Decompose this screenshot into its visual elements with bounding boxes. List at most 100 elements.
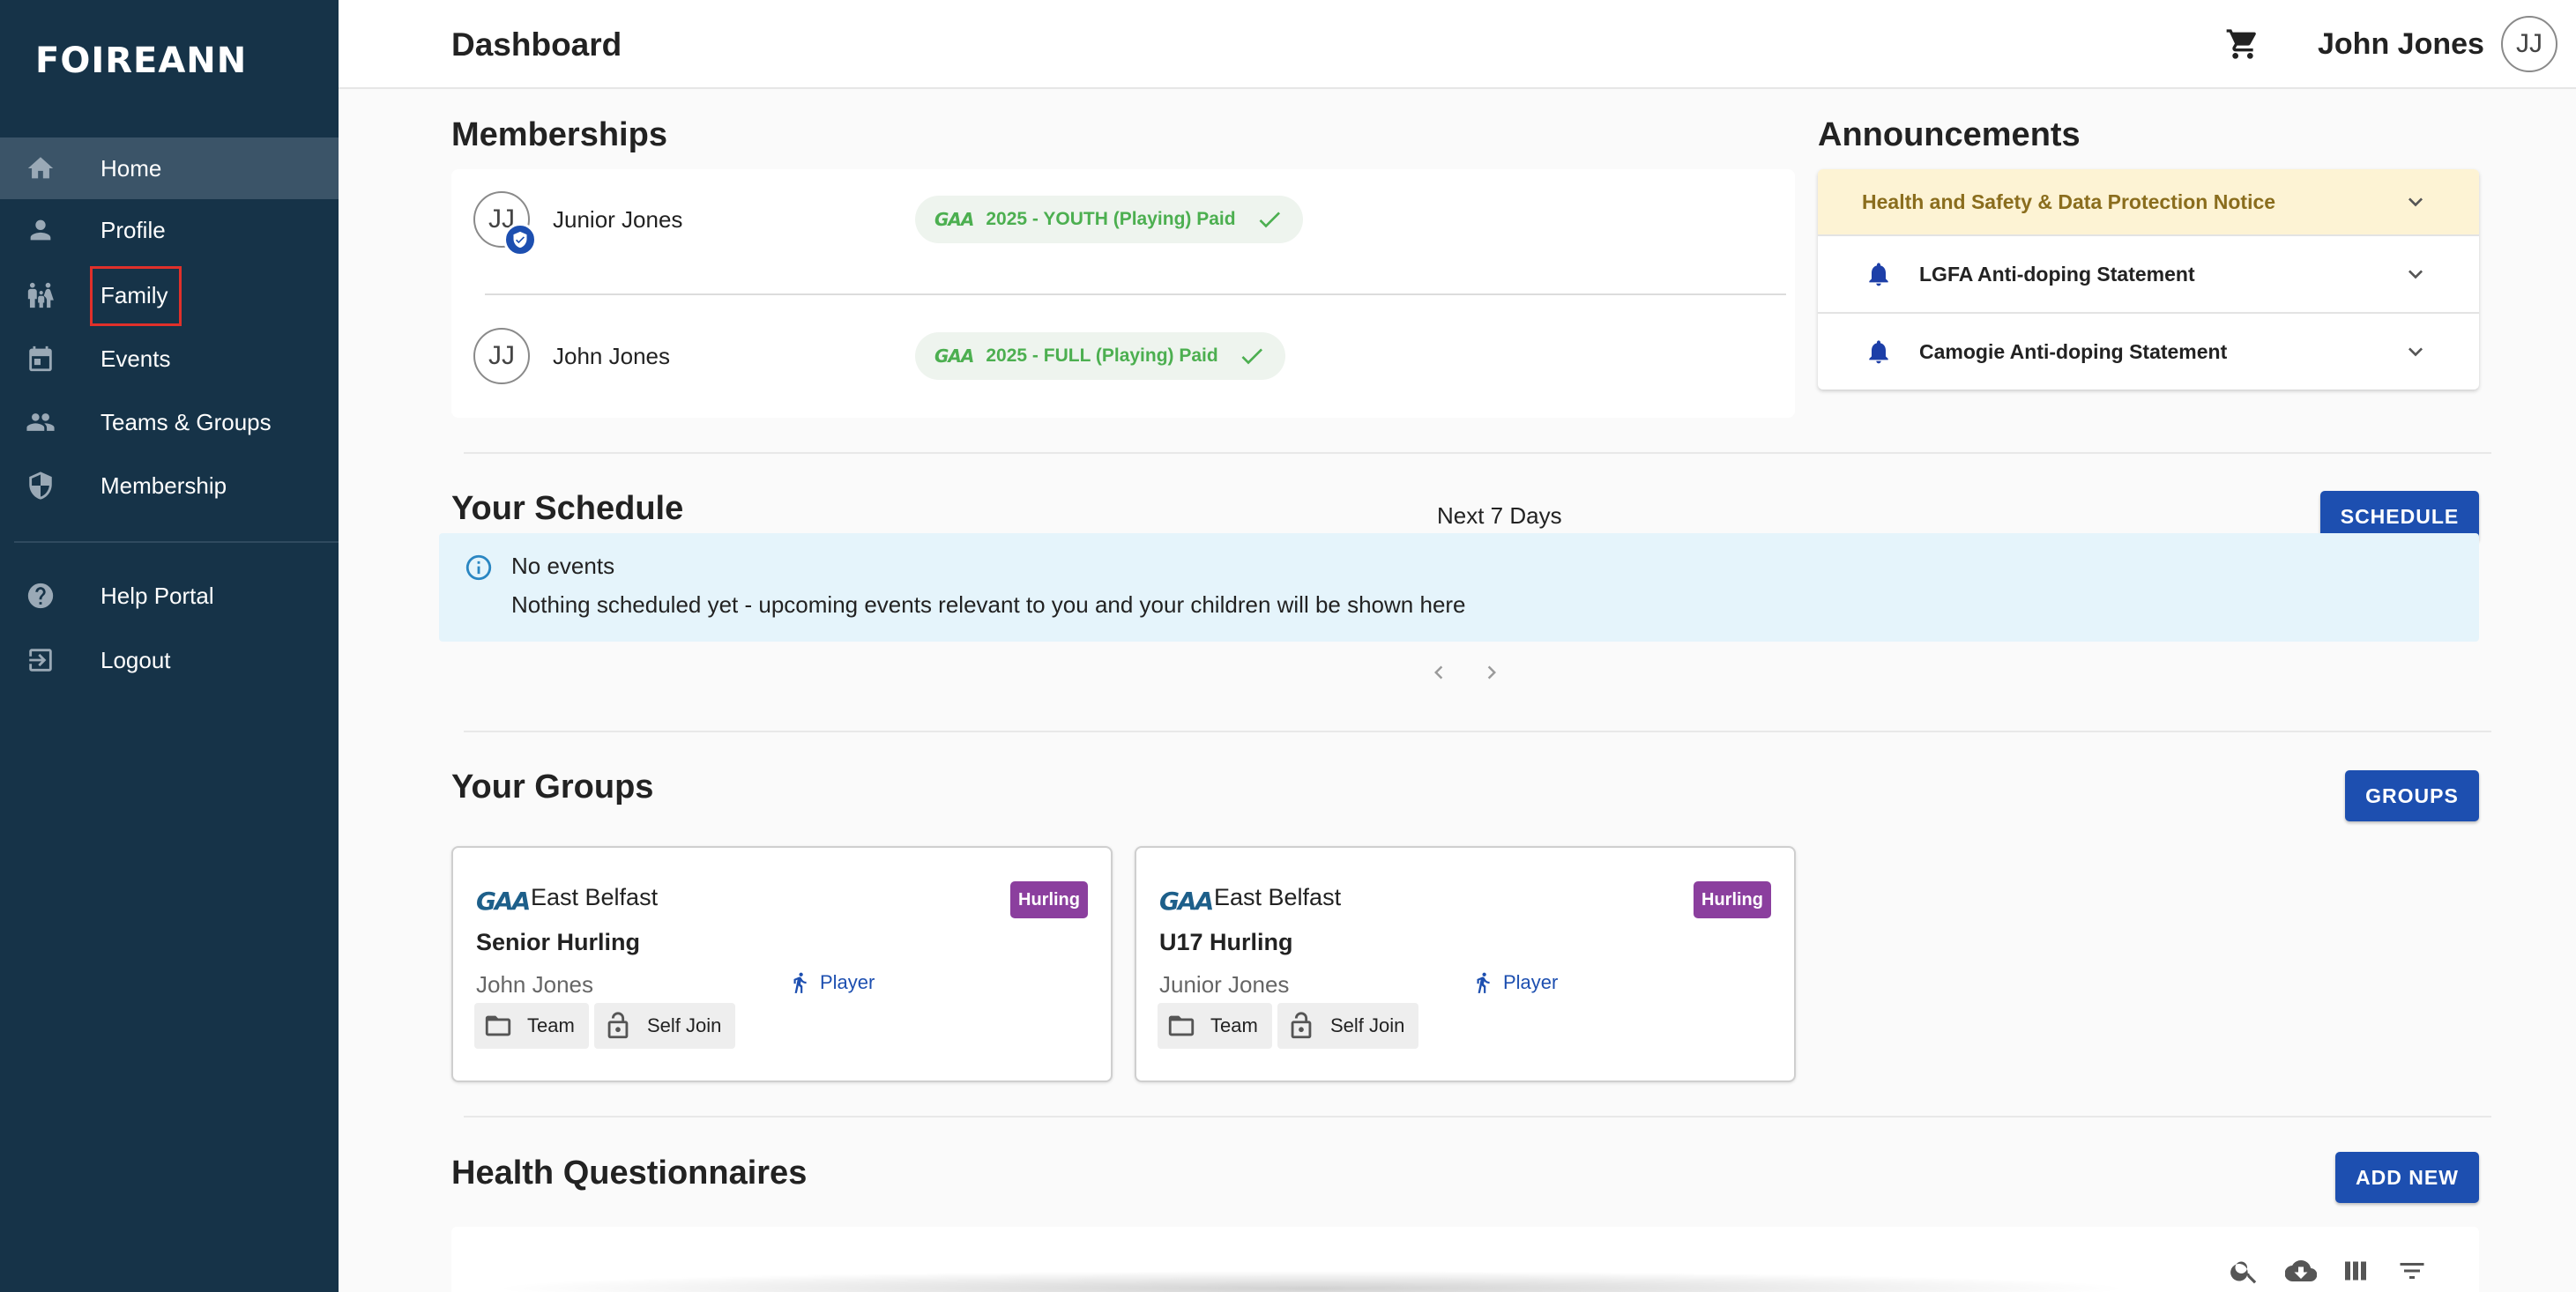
group-name: Senior Hurling — [476, 929, 641, 955]
chevron-left-icon[interactable] — [1426, 659, 1452, 686]
sidebar-item-label: Profile — [101, 216, 166, 243]
chevron-down-icon[interactable] — [2401, 338, 2430, 366]
sidebar-item-label: Help Portal — [101, 582, 214, 609]
search-icon[interactable] — [2229, 1255, 2260, 1287]
check-icon — [1255, 205, 1284, 234]
tag-self-join: Self Join — [594, 1003, 736, 1049]
gaa-logo-icon: GAA — [476, 887, 531, 916]
divider — [485, 293, 1786, 295]
user-name[interactable]: John Jones — [2318, 27, 2484, 62]
cloud-download-icon[interactable] — [2284, 1255, 2318, 1287]
gaa-logo-icon: GAA — [934, 209, 974, 230]
role-text: Player — [820, 971, 875, 993]
bell-icon — [1865, 260, 1893, 288]
sidebar-item-teams-groups[interactable]: Teams & Groups — [0, 391, 339, 453]
shield-icon — [25, 470, 56, 501]
section-divider — [464, 1116, 2491, 1118]
family-icon — [25, 279, 56, 311]
avatar: JJ — [473, 328, 530, 384]
schedule-range: Next 7 Days — [1437, 502, 1562, 529]
sidebar-item-help-portal[interactable]: Help Portal — [0, 565, 339, 627]
sidebar-item-home[interactable]: Home — [0, 137, 339, 199]
membership-status-chip: GAA 2025 - FULL (Playing) Paid — [915, 332, 1285, 380]
tag-team: Team — [1158, 1003, 1272, 1049]
sidebar-divider — [14, 541, 339, 543]
sport-badge: Hurling — [1694, 881, 1771, 918]
columns-icon[interactable] — [2340, 1255, 2371, 1287]
top-bar: Dashboard John Jones JJ — [339, 0, 2576, 89]
membership-status: 2025 - FULL (Playing) Paid — [986, 345, 1218, 366]
role-text: Player — [1503, 971, 1559, 993]
gaa-logo-icon: GAA — [934, 345, 974, 367]
logout-icon — [25, 644, 56, 676]
groups-button[interactable]: GROUPS — [2345, 770, 2479, 821]
groups-title: Your Groups — [451, 769, 654, 806]
section-divider — [464, 731, 2491, 732]
chevron-down-icon[interactable] — [2401, 188, 2430, 216]
announcements-title: Announcements — [1818, 116, 2081, 153]
check-icon — [1238, 342, 1266, 370]
folder-icon — [485, 1015, 511, 1036]
group-member-name: Junior Jones — [1159, 971, 1290, 998]
sidebar-item-profile[interactable]: Profile — [0, 199, 339, 261]
loading-shadow — [487, 1271, 2135, 1292]
section-divider — [464, 452, 2491, 454]
sidebar-item-membership[interactable]: Membership — [0, 455, 339, 516]
announcement-item[interactable]: LGFA Anti-doping Statement — [1818, 236, 2479, 314]
announcement-title: Camogie Anti-doping Statement — [1919, 339, 2228, 363]
announcements-list: Health and Safety & Data Protection Noti… — [1818, 169, 2479, 390]
sidebar-item-logout[interactable]: Logout — [0, 629, 339, 691]
bell-icon — [1865, 338, 1893, 366]
alert-title: No events — [511, 553, 615, 579]
schedule-title: Your Schedule — [451, 490, 684, 527]
running-icon — [793, 972, 807, 993]
club-name: East Belfast — [1214, 884, 1342, 910]
user-avatar[interactable]: JJ — [2501, 16, 2557, 72]
page-title: Dashboard — [451, 26, 622, 63]
announcement-item[interactable]: Health and Safety & Data Protection Noti… — [1818, 169, 2479, 236]
running-icon — [1477, 972, 1490, 993]
tag-label: Team — [527, 1014, 575, 1036]
tag-team: Team — [474, 1003, 589, 1049]
lock-open-icon — [1291, 1012, 1312, 1039]
help-icon — [25, 580, 56, 612]
group-name: U17 Hurling — [1159, 929, 1293, 955]
verified-badge-icon — [503, 223, 537, 256]
health-title: Health Questionnaires — [451, 1155, 808, 1192]
sport-badge: Hurling — [1010, 881, 1088, 918]
home-icon — [25, 152, 56, 184]
sidebar-item-events[interactable]: Events — [0, 328, 339, 390]
lock-open-icon — [607, 1012, 629, 1039]
role-label: Player — [1471, 971, 1558, 994]
filter-icon[interactable] — [2396, 1255, 2428, 1287]
memberships-title: Memberships — [451, 116, 667, 153]
folder-icon — [1168, 1015, 1195, 1036]
membership-status-chip: GAA 2025 - YOUTH (Playing) Paid — [915, 196, 1303, 243]
gaa-logo-icon: GAA — [1159, 887, 1214, 916]
group-icon — [25, 406, 56, 438]
cart-icon[interactable] — [2225, 26, 2260, 62]
role-label: Player — [788, 971, 875, 994]
person-icon — [25, 214, 56, 246]
sidebar-item-label: Logout — [101, 646, 171, 673]
calendar-icon — [25, 343, 56, 375]
chevron-right-icon[interactable] — [1478, 659, 1505, 686]
announcement-item[interactable]: Camogie Anti-doping Statement — [1818, 314, 2479, 390]
chevron-down-icon[interactable] — [2401, 260, 2430, 288]
club-name: East Belfast — [531, 884, 659, 910]
sidebar-item-label: Events — [101, 345, 171, 372]
alert-message: Nothing scheduled yet - upcoming events … — [511, 591, 1466, 618]
app-logo[interactable]: FOIREANN — [35, 41, 247, 81]
tag-label: Team — [1210, 1014, 1258, 1036]
sidebar: FOIREANN Home Profile Family Events Team… — [0, 0, 339, 1292]
add-new-button[interactable]: ADD NEW — [2335, 1152, 2479, 1203]
tag-label: Self Join — [647, 1014, 722, 1036]
sidebar-item-label: Home — [101, 154, 162, 182]
announcement-title: Health and Safety & Data Protection Noti… — [1862, 189, 2276, 213]
tag-self-join: Self Join — [1277, 1003, 1419, 1049]
health-table — [451, 1227, 2479, 1292]
membership-status: 2025 - YOUTH (Playing) Paid — [986, 209, 1236, 229]
group-card[interactable]: GAA East Belfast Hurling Senior Hurling … — [451, 846, 1113, 1082]
group-card[interactable]: GAA East Belfast Hurling U17 Hurling Jun… — [1135, 846, 1796, 1082]
tag-label: Self Join — [1330, 1014, 1405, 1036]
